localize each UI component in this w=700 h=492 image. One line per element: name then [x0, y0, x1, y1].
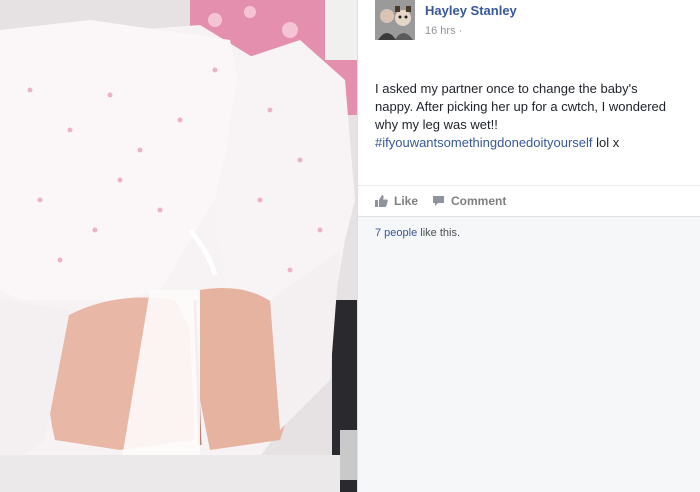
post-actions: Like Comment	[358, 185, 700, 217]
meta-separator: ·	[458, 25, 463, 37]
avatar-photo-icon	[375, 0, 415, 40]
post-content: Hayley Stanley 16 hrs · I asked my partn…	[358, 0, 700, 185]
post-text-suffix: lol x	[592, 135, 620, 150]
post-text-line: I asked my partner once to change the ba…	[375, 81, 638, 96]
post-timestamp[interactable]: 16 hrs	[425, 25, 456, 37]
likes-suffix: like this.	[417, 227, 461, 239]
hashtag-link[interactable]: #ifyouwantsomethingdonedoityourself	[375, 135, 593, 150]
post-panel: Hayley Stanley 16 hrs · I asked my partn…	[357, 0, 700, 492]
likes-count-link[interactable]: 7 people	[375, 227, 417, 239]
like-button[interactable]: Like	[375, 194, 418, 208]
author-name[interactable]: Hayley Stanley	[425, 3, 517, 18]
post-text-line: why my leg was wet!!	[375, 117, 498, 132]
avatar[interactable]	[375, 0, 415, 40]
comment-button[interactable]: Comment	[432, 194, 506, 208]
post-photo[interactable]	[0, 0, 357, 492]
thumbs-up-icon	[375, 195, 388, 207]
post-text-line: nappy. After picking her up for a cwtch,…	[375, 99, 666, 114]
post-text: I asked my partner once to change the ba…	[375, 80, 695, 152]
post-meta: 16 hrs ·	[425, 25, 462, 37]
photo-viewer: Hayley Stanley 16 hrs · I asked my partn…	[0, 0, 700, 492]
post-text-line-hashtag: #ifyouwantsomethingdonedoityourself lol …	[375, 134, 695, 152]
likes-summary: 7 people like this.	[358, 217, 700, 239]
speech-bubble-icon	[433, 196, 445, 206]
baby-photo-image	[0, 0, 357, 492]
like-label: Like	[394, 194, 419, 208]
comment-label: Comment	[451, 194, 507, 208]
post-header: Hayley Stanley 16 hrs ·	[358, 0, 700, 48]
